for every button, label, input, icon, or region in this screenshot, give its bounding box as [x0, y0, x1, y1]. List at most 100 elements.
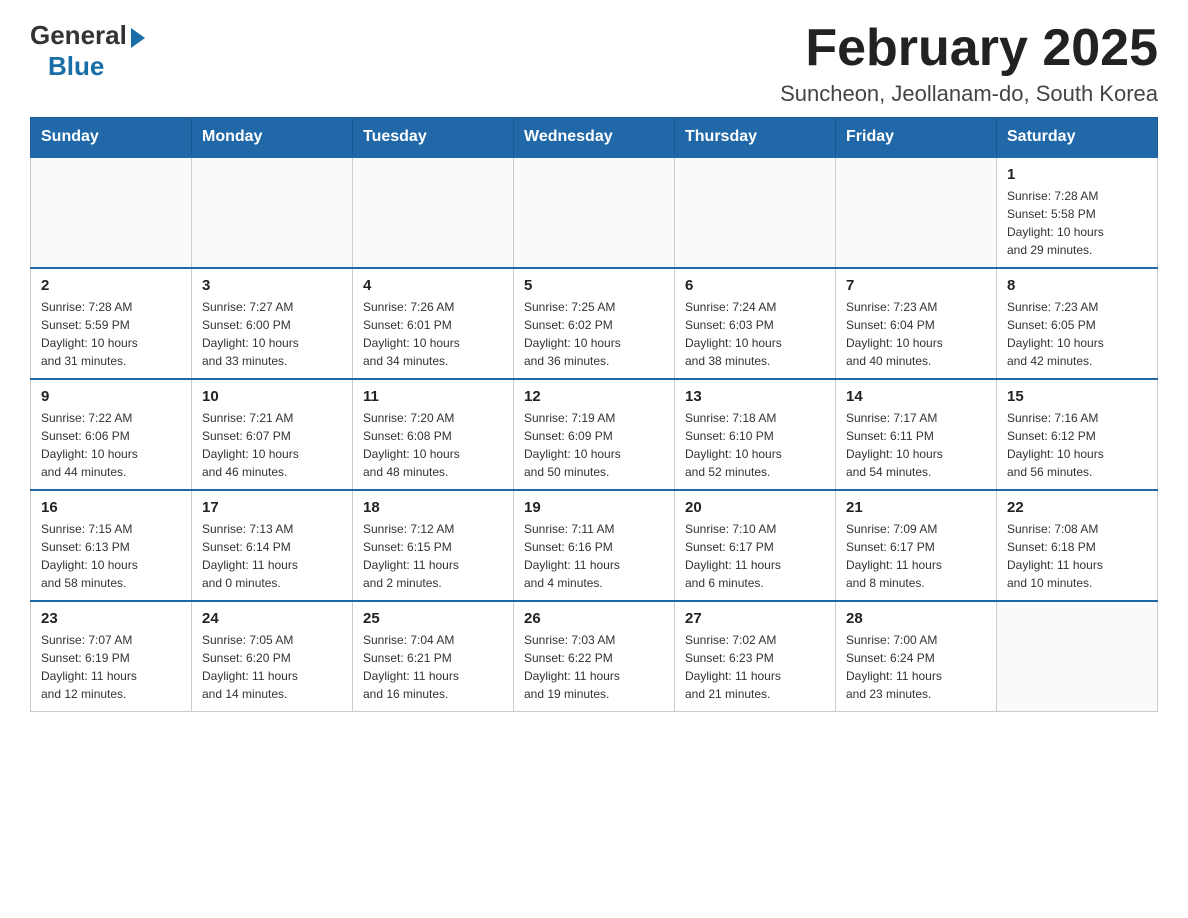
day-number: 26	[524, 610, 664, 627]
day-info: Sunrise: 7:28 AM Sunset: 5:59 PM Dayligh…	[41, 298, 181, 370]
page-subtitle: Suncheon, Jeollanam-do, South Korea	[780, 81, 1158, 107]
day-info: Sunrise: 7:20 AM Sunset: 6:08 PM Dayligh…	[363, 409, 503, 481]
day-number: 2	[41, 277, 181, 294]
calendar-week-1: 2 Sunrise: 7:28 AM Sunset: 5:59 PM Daylig…	[31, 268, 1158, 379]
day-info: Sunrise: 7:19 AM Sunset: 6:09 PM Dayligh…	[524, 409, 664, 481]
header-day-thursday: Thursday	[675, 118, 836, 158]
calendar-cell: 17 Sunrise: 7:13 AM Sunset: 6:14 PM Dayli…	[192, 490, 353, 601]
logo-blue-text: Blue	[48, 51, 104, 82]
day-info: Sunrise: 7:09 AM Sunset: 6:17 PM Dayligh…	[846, 520, 986, 592]
calendar-cell: 9 Sunrise: 7:22 AM Sunset: 6:06 PM Daylig…	[31, 379, 192, 490]
calendar-cell: 11 Sunrise: 7:20 AM Sunset: 6:08 PM Dayli…	[353, 379, 514, 490]
calendar-cell: 4 Sunrise: 7:26 AM Sunset: 6:01 PM Daylig…	[353, 268, 514, 379]
calendar-cell: 21 Sunrise: 7:09 AM Sunset: 6:17 PM Dayli…	[836, 490, 997, 601]
day-info: Sunrise: 7:10 AM Sunset: 6:17 PM Dayligh…	[685, 520, 825, 592]
calendar-cell	[514, 157, 675, 268]
calendar-cell: 20 Sunrise: 7:10 AM Sunset: 6:17 PM Dayli…	[675, 490, 836, 601]
calendar-cell: 16 Sunrise: 7:15 AM Sunset: 6:13 PM Dayli…	[31, 490, 192, 601]
calendar-cell	[31, 157, 192, 268]
day-info: Sunrise: 7:24 AM Sunset: 6:03 PM Dayligh…	[685, 298, 825, 370]
header-day-friday: Friday	[836, 118, 997, 158]
calendar-table: SundayMondayTuesdayWednesdayThursdayFrid…	[30, 117, 1158, 712]
header-day-tuesday: Tuesday	[353, 118, 514, 158]
calendar-cell: 8 Sunrise: 7:23 AM Sunset: 6:05 PM Daylig…	[997, 268, 1158, 379]
day-info: Sunrise: 7:21 AM Sunset: 6:07 PM Dayligh…	[202, 409, 342, 481]
header-day-sunday: Sunday	[31, 118, 192, 158]
calendar-cell: 12Sunrise: 7:19 AM Sunset: 6:09 PM Dayli…	[514, 379, 675, 490]
day-info: Sunrise: 7:28 AM Sunset: 5:58 PM Dayligh…	[1007, 187, 1147, 259]
day-number: 7	[846, 277, 986, 294]
calendar-cell: 23 Sunrise: 7:07 AM Sunset: 6:19 PM Dayli…	[31, 601, 192, 712]
day-info: Sunrise: 7:18 AM Sunset: 6:10 PM Dayligh…	[685, 409, 825, 481]
day-number: 8	[1007, 277, 1147, 294]
day-info: Sunrise: 7:26 AM Sunset: 6:01 PM Dayligh…	[363, 298, 503, 370]
calendar-cell: 15Sunrise: 7:16 AM Sunset: 6:12 PM Dayli…	[997, 379, 1158, 490]
calendar-cell: 26 Sunrise: 7:03 AM Sunset: 6:22 PM Dayli…	[514, 601, 675, 712]
calendar-cell: 24 Sunrise: 7:05 AM Sunset: 6:20 PM Dayli…	[192, 601, 353, 712]
calendar-header: SundayMondayTuesdayWednesdayThursdayFrid…	[31, 118, 1158, 158]
day-info: Sunrise: 7:03 AM Sunset: 6:22 PM Dayligh…	[524, 631, 664, 703]
day-info: Sunrise: 7:02 AM Sunset: 6:23 PM Dayligh…	[685, 631, 825, 703]
day-number: 18	[363, 499, 503, 516]
day-number: 11	[363, 388, 503, 405]
calendar-cell	[836, 157, 997, 268]
day-number: 3	[202, 277, 342, 294]
day-number: 24	[202, 610, 342, 627]
calendar-cell: 18 Sunrise: 7:12 AM Sunset: 6:15 PM Dayli…	[353, 490, 514, 601]
calendar-cell	[675, 157, 836, 268]
day-number: 21	[846, 499, 986, 516]
day-number: 10	[202, 388, 342, 405]
day-number: 13	[685, 388, 825, 405]
calendar-week-0: 1 Sunrise: 7:28 AM Sunset: 5:58 PM Daylig…	[31, 157, 1158, 268]
calendar-cell: 5 Sunrise: 7:25 AM Sunset: 6:02 PM Daylig…	[514, 268, 675, 379]
day-info: Sunrise: 7:13 AM Sunset: 6:14 PM Dayligh…	[202, 520, 342, 592]
day-number: 22	[1007, 499, 1147, 516]
calendar-cell: 10 Sunrise: 7:21 AM Sunset: 6:07 PM Dayli…	[192, 379, 353, 490]
header-day-wednesday: Wednesday	[514, 118, 675, 158]
day-number: 27	[685, 610, 825, 627]
day-number: 4	[363, 277, 503, 294]
day-number: 5	[524, 277, 664, 294]
calendar-cell	[997, 601, 1158, 712]
calendar-cell	[192, 157, 353, 268]
day-info: Sunrise: 7:08 AM Sunset: 6:18 PM Dayligh…	[1007, 520, 1147, 592]
page-header: General Blue February 2025 Suncheon, Jeo…	[30, 20, 1158, 107]
day-number: 16	[41, 499, 181, 516]
calendar-cell: 2 Sunrise: 7:28 AM Sunset: 5:59 PM Daylig…	[31, 268, 192, 379]
calendar-cell: 1 Sunrise: 7:28 AM Sunset: 5:58 PM Daylig…	[997, 157, 1158, 268]
day-info: Sunrise: 7:07 AM Sunset: 6:19 PM Dayligh…	[41, 631, 181, 703]
calendar-cell: 19Sunrise: 7:11 AM Sunset: 6:16 PM Dayli…	[514, 490, 675, 601]
day-number: 1	[1007, 166, 1147, 183]
day-info: Sunrise: 7:15 AM Sunset: 6:13 PM Dayligh…	[41, 520, 181, 592]
day-info: Sunrise: 7:22 AM Sunset: 6:06 PM Dayligh…	[41, 409, 181, 481]
calendar-cell: 28 Sunrise: 7:00 AM Sunset: 6:24 PM Dayli…	[836, 601, 997, 712]
day-info: Sunrise: 7:04 AM Sunset: 6:21 PM Dayligh…	[363, 631, 503, 703]
day-number: 23	[41, 610, 181, 627]
day-info: Sunrise: 7:23 AM Sunset: 6:05 PM Dayligh…	[1007, 298, 1147, 370]
title-block: February 2025 Suncheon, Jeollanam-do, So…	[780, 20, 1158, 107]
day-info: Sunrise: 7:12 AM Sunset: 6:15 PM Dayligh…	[363, 520, 503, 592]
day-info: Sunrise: 7:00 AM Sunset: 6:24 PM Dayligh…	[846, 631, 986, 703]
day-number: 14	[846, 388, 986, 405]
logo-general-text: General	[30, 20, 127, 51]
day-number: 19	[524, 499, 664, 516]
day-info: Sunrise: 7:23 AM Sunset: 6:04 PM Dayligh…	[846, 298, 986, 370]
day-number: 20	[685, 499, 825, 516]
day-info: Sunrise: 7:05 AM Sunset: 6:20 PM Dayligh…	[202, 631, 342, 703]
header-day-saturday: Saturday	[997, 118, 1158, 158]
calendar-body: 1 Sunrise: 7:28 AM Sunset: 5:58 PM Daylig…	[31, 157, 1158, 712]
header-day-monday: Monday	[192, 118, 353, 158]
calendar-week-3: 16 Sunrise: 7:15 AM Sunset: 6:13 PM Dayli…	[31, 490, 1158, 601]
day-number: 9	[41, 388, 181, 405]
calendar-cell: 3Sunrise: 7:27 AM Sunset: 6:00 PM Daylig…	[192, 268, 353, 379]
day-number: 28	[846, 610, 986, 627]
day-number: 17	[202, 499, 342, 516]
calendar-cell	[353, 157, 514, 268]
day-info: Sunrise: 7:25 AM Sunset: 6:02 PM Dayligh…	[524, 298, 664, 370]
header-row: SundayMondayTuesdayWednesdayThursdayFrid…	[31, 118, 1158, 158]
calendar-week-2: 9 Sunrise: 7:22 AM Sunset: 6:06 PM Daylig…	[31, 379, 1158, 490]
calendar-week-4: 23 Sunrise: 7:07 AM Sunset: 6:19 PM Dayli…	[31, 601, 1158, 712]
logo: General Blue	[30, 20, 145, 82]
day-number: 6	[685, 277, 825, 294]
calendar-cell: 27 Sunrise: 7:02 AM Sunset: 6:23 PM Dayli…	[675, 601, 836, 712]
